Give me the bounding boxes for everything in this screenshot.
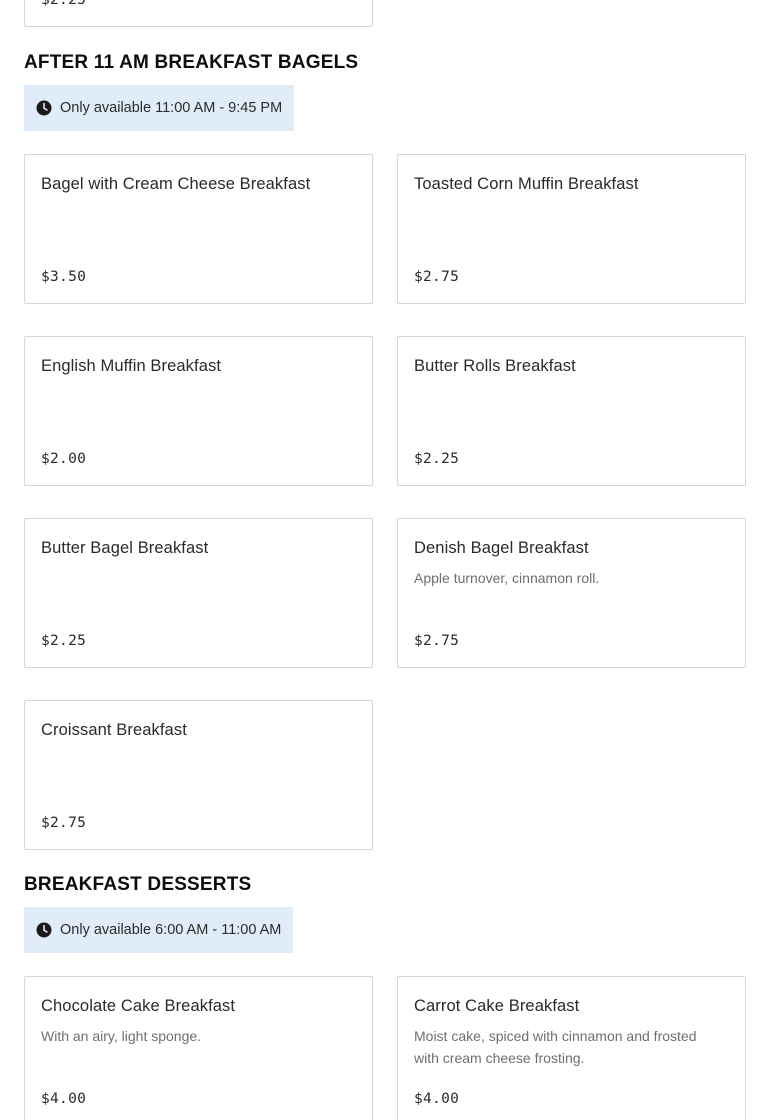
item-name: Toasted Corn Muffin Breakfast [414, 175, 639, 193]
menu-item-card[interactable]: Denish Bagel Breakfast Apple turnover, c… [397, 518, 746, 668]
item-price: $2.25 [41, 633, 87, 649]
item-name: Croissant Breakfast [41, 721, 187, 739]
section-title: BREAKFAST DESSERTS [24, 874, 252, 895]
item-name: Butter Rolls Breakfast [414, 357, 576, 375]
item-name: Carrot Cake Breakfast [414, 997, 580, 1015]
menu-item-card[interactable]: Butter Bagel Breakfast $2.25 [24, 518, 373, 668]
availability-notice: Only available 6:00 AM - 11:00 AM [24, 907, 294, 953]
menu-item-card[interactable]: Chocolate Cake Breakfast With an airy, l… [24, 976, 373, 1120]
item-name: Butter Bagel Breakfast [41, 539, 209, 557]
item-price: $2.25 [41, 0, 87, 8]
item-description: With an airy, light sponge. [41, 1028, 202, 1044]
item-description: Moist cake, spiced with cinnamon and fro… [414, 1028, 697, 1066]
item-name: Bagel with Cream Cheese Breakfast [41, 175, 311, 193]
item-price: $2.75 [41, 815, 87, 831]
menu-item-card[interactable]: Toasted Corn Muffin Breakfast $2.75 [397, 154, 746, 304]
menu-section-breakfast-desserts: BREAKFAST DESSERTS Only available 6:00 A… [24, 873, 746, 953]
availability-text: Only available 11:00 AM - 9:45 PM [60, 100, 283, 116]
item-price: $2.25 [414, 451, 460, 467]
availability-notice: Only available 11:00 AM - 9:45 PM [24, 85, 295, 131]
item-price: $2.75 [414, 269, 460, 285]
menu-item-card[interactable]: English Muffin Breakfast $2.00 [24, 336, 373, 486]
menu-item-card[interactable]: Butter Rolls Breakfast $2.25 [397, 336, 746, 486]
item-price: $2.75 [414, 633, 460, 649]
item-name: Chocolate Cake Breakfast [41, 997, 236, 1015]
item-price: $3.50 [41, 269, 87, 285]
item-price: $2.00 [41, 451, 87, 467]
menu-item-card[interactable]: Bagel with Cream Cheese Breakfast $3.50 [24, 154, 373, 304]
item-price: $4.00 [414, 1091, 460, 1107]
item-description: Apple turnover, cinnamon roll. [414, 570, 600, 586]
menu-item-card[interactable]: $2.25 [24, 0, 373, 27]
item-name: Denish Bagel Breakfast [414, 539, 589, 557]
clock-icon [36, 100, 52, 116]
item-name: English Muffin Breakfast [41, 357, 222, 375]
menu-section-after-11am-bagels: AFTER 11 AM BREAKFAST BAGELS Only availa… [24, 51, 746, 131]
menu-item-card[interactable]: Croissant Breakfast $2.75 [24, 700, 373, 850]
item-price: $4.00 [41, 1091, 87, 1107]
availability-text: Only available 6:00 AM - 11:00 AM [60, 922, 282, 938]
menu-item-card[interactable]: Carrot Cake Breakfast Moist cake, spiced… [397, 976, 746, 1120]
clock-icon [36, 922, 52, 938]
section-title: AFTER 11 AM BREAKFAST BAGELS [24, 52, 359, 73]
